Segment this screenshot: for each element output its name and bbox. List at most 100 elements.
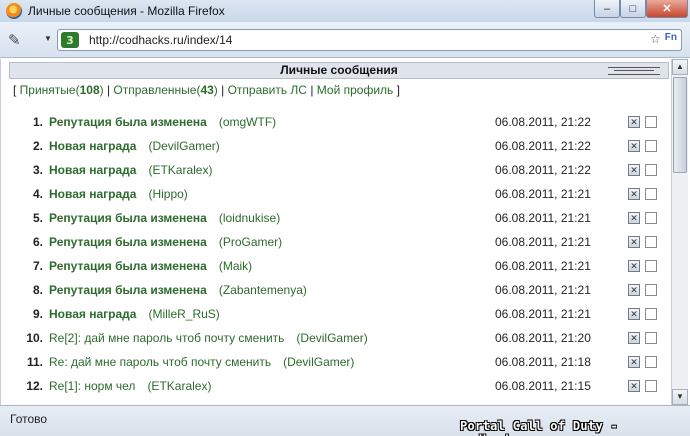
page-title: Личные сообщения — [280, 63, 398, 77]
message-author-link[interactable]: (ETKaralex) — [147, 379, 211, 393]
url-text[interactable]: http://codhacks.ru/index/14 — [89, 33, 232, 47]
select-checkbox[interactable] — [645, 140, 657, 152]
message-subject-link[interactable]: Re[2]: дай мне пароль чтоб почту сменить — [49, 331, 284, 345]
message-subject-link[interactable]: Re: дай мне пароль чтоб почту сменить — [49, 355, 271, 369]
page-content: Личные сообщения [ Принятые(108) | Отпра… — [0, 59, 670, 405]
sent-link[interactable]: Отправленные(43) — [113, 83, 217, 97]
inbox-link[interactable]: Принятые(108) — [20, 83, 104, 97]
message-date: 06.08.2011, 21:22 — [495, 115, 591, 129]
delete-icon[interactable]: ✕ — [628, 356, 640, 368]
message-date: 06.08.2011, 21:22 — [495, 139, 591, 153]
message-author-link[interactable]: (omgWTF) — [219, 115, 276, 129]
message-row: 4. Новая награда (Hippo) 06.08.2011, 21:21 ✕ — [9, 182, 669, 206]
inbox-count: 108 — [79, 83, 100, 97]
address-bar[interactable]: 3 http://codhacks.ru/index/14 ☆ Fn — [57, 29, 682, 51]
window-controls: – □ ✕ — [594, 0, 688, 18]
status-bar: Готово Portal Call of Duty - codhacks.ru — [0, 405, 690, 436]
message-number: 10. — [26, 331, 43, 345]
message-row: 9. Новая награда (MilleR_RuS) 06.08.2011, 2… — [9, 302, 669, 326]
select-checkbox[interactable] — [645, 116, 657, 128]
message-author-link[interactable]: (loidnukise) — [219, 211, 280, 225]
message-subject-link[interactable]: Новая награда — [49, 163, 136, 177]
message-number: 11. — [26, 355, 43, 369]
send-message-link[interactable]: Отправить ЛС — [228, 83, 307, 97]
message-subject-link[interactable]: Репутация была изменена — [49, 283, 207, 297]
select-checkbox[interactable] — [645, 188, 657, 200]
delete-icon[interactable]: ✕ — [628, 236, 640, 248]
delete-icon[interactable]: ✕ — [628, 332, 640, 344]
message-number: 6. — [32, 235, 43, 249]
select-checkbox[interactable] — [645, 164, 657, 176]
select-checkbox[interactable] — [645, 308, 657, 320]
delete-icon[interactable]: ✕ — [628, 140, 640, 152]
message-row: 11. Re: дай мне пароль чтоб почту сменить… — [9, 350, 669, 374]
my-profile-link[interactable]: Мой профиль — [317, 83, 394, 97]
message-number: 5. — [32, 211, 43, 225]
scroll-down-icon[interactable]: ▼ — [672, 389, 688, 405]
message-subject-link[interactable]: Репутация была изменена — [49, 235, 207, 249]
message-author-link[interactable]: (DevilGamer) — [296, 331, 367, 345]
delete-icon[interactable]: ✕ — [628, 284, 640, 296]
vertical-scrollbar[interactable]: ▲ ▼ — [671, 59, 688, 405]
address-bar-icons: ☆ Fn — [650, 32, 677, 46]
tools-icon[interactable]: ✎ — [8, 31, 30, 51]
delete-icon[interactable]: ✕ — [628, 212, 640, 224]
delete-icon[interactable]: ✕ — [628, 116, 640, 128]
message-subject-link[interactable]: Re[1]: норм чел — [49, 379, 135, 393]
delete-icon[interactable]: ✕ — [628, 380, 640, 392]
select-checkbox[interactable] — [645, 356, 657, 368]
message-date: 06.08.2011, 21:15 — [495, 379, 591, 393]
scroll-up-icon[interactable]: ▲ — [672, 59, 688, 75]
message-subject-link[interactable]: Новая награда — [49, 187, 136, 201]
delete-icon[interactable]: ✕ — [628, 260, 640, 272]
message-date: 06.08.2011, 21:21 — [495, 283, 591, 297]
message-author-link[interactable]: (MilleR_RuS) — [148, 307, 219, 321]
message-author-link[interactable]: (ProGamer) — [219, 235, 282, 249]
message-number: 7. — [32, 259, 43, 273]
separator: | — [306, 83, 317, 97]
select-checkbox[interactable] — [645, 260, 657, 272]
message-author-link[interactable]: (DevilGamer) — [148, 139, 219, 153]
bookmark-star-icon[interactable]: ☆ — [650, 32, 661, 46]
message-subject-link[interactable]: Репутация была изменена — [49, 259, 207, 273]
separator: | — [217, 83, 228, 97]
message-author-link[interactable]: (Hippo) — [148, 187, 187, 201]
delete-icon[interactable]: ✕ — [628, 188, 640, 200]
message-number: 9. — [32, 307, 43, 321]
section-header: Личные сообщения — [9, 62, 669, 79]
message-date: 06.08.2011, 21:20 — [495, 331, 591, 345]
message-author-link[interactable]: (DevilGamer) — [283, 355, 354, 369]
maximize-button[interactable]: □ — [620, 0, 646, 18]
watermark: Portal Call of Duty - codhacks.ru — [460, 419, 619, 436]
delete-icon[interactable]: ✕ — [628, 164, 640, 176]
minimize-button[interactable]: – — [594, 0, 620, 18]
message-date: 06.08.2011, 21:18 — [495, 355, 591, 369]
select-checkbox[interactable] — [645, 332, 657, 344]
translate-icon[interactable]: Fn — [665, 32, 677, 46]
message-number: 2. — [32, 139, 43, 153]
delete-icon[interactable]: ✕ — [628, 308, 640, 320]
message-number: 12. — [26, 379, 43, 393]
sent-label: Отправленные — [113, 83, 197, 97]
select-checkbox[interactable] — [645, 212, 657, 224]
select-checkbox[interactable] — [645, 284, 657, 296]
message-number: 4. — [32, 187, 43, 201]
scrollbar-thumb[interactable] — [673, 77, 687, 173]
message-subject-link[interactable]: Новая награда — [49, 139, 136, 153]
close-button[interactable]: ✕ — [646, 0, 688, 18]
message-row: 12. Re[1]: норм чел (ETKaralex) 06.08.2011,… — [9, 374, 669, 398]
message-subject-link[interactable]: Репутация была изменена — [49, 211, 207, 225]
message-author-link[interactable]: (ETKaralex) — [148, 163, 212, 177]
collapse-bar-icon[interactable] — [608, 67, 660, 75]
site-favicon-icon: 3 — [61, 32, 79, 48]
message-row: 5. Репутация была изменена (loidnukise) 06.… — [9, 206, 669, 230]
select-checkbox[interactable] — [645, 236, 657, 248]
message-author-link[interactable]: (Maik) — [219, 259, 252, 273]
chevron-down-icon[interactable]: ▼ — [44, 34, 52, 43]
select-checkbox[interactable] — [645, 380, 657, 392]
navigation-toolbar: ✎ ▼ 3 http://codhacks.ru/index/14 ☆ Fn — [0, 22, 690, 58]
message-subject-link[interactable]: Репутация была изменена — [49, 115, 207, 129]
message-author-link[interactable]: (Zabantemenya) — [219, 283, 307, 297]
message-subject-link[interactable]: Новая награда — [49, 307, 136, 321]
status-text: Готово — [10, 412, 48, 426]
